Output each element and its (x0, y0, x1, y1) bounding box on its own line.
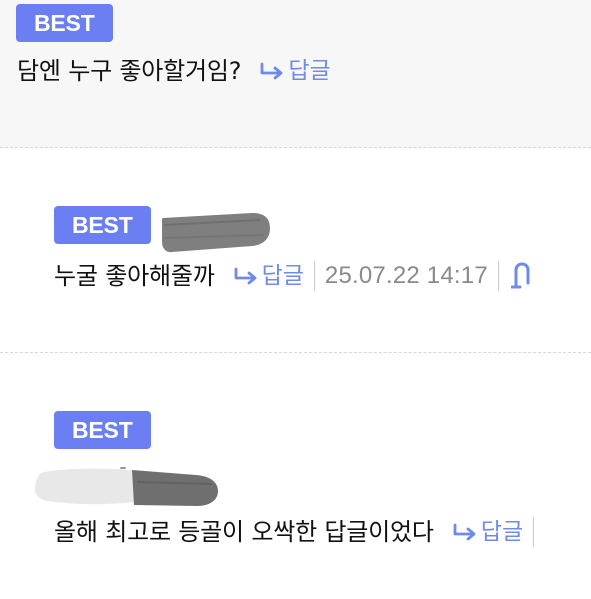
redacted-username (34, 468, 218, 506)
reply-button[interactable]: 답글 (259, 55, 331, 87)
best-badge: BEST (16, 4, 113, 42)
partial-username-mark (120, 467, 126, 469)
comment-text: 담엔 누구 좋아할거임? (17, 57, 242, 85)
comment-content-row: 담엔 누구 좋아할거임? 답글 (17, 55, 331, 87)
comment-content-row: 누굴 좋아해줄까 답글 25.07.22 14:17 (54, 260, 533, 292)
comment-date: 25.07.22 14:17 (324, 262, 488, 289)
clip-icon[interactable] (510, 262, 533, 290)
reply-arrow-icon (453, 523, 476, 541)
reply-label: 답글 (261, 263, 304, 289)
reply-arrow-icon (234, 267, 256, 285)
separator (533, 517, 535, 547)
separator (497, 261, 499, 291)
best-badge: BEST (54, 206, 151, 244)
reply-label: 답글 (288, 58, 331, 84)
reply-button[interactable]: 답글 (452, 516, 523, 548)
best-badge: BEST (54, 411, 151, 449)
comment-item: BEST 올해 최고로 등골이 오싹한 답글이었다 답글 (0, 354, 591, 599)
comment-text: 누굴 좋아해줄까 (54, 262, 215, 290)
reply-arrow-icon (260, 62, 283, 80)
comment-text: 올해 최고로 등골이 오싹한 답글이었다 (54, 518, 434, 546)
comment-item: BEST 담엔 누구 좋아할거임? 답글 (0, 0, 591, 148)
comment-item: BEST 누굴 좋아해줄까 답글 25.07.22 14:17 (0, 149, 591, 353)
redacted-username (162, 213, 270, 253)
separator (313, 261, 315, 291)
comment-list: BEST 담엔 누구 좋아할거임? 답글 BEST 누굴 좋아해줄까 답글 25… (0, 0, 591, 599)
reply-label: 답글 (480, 519, 524, 545)
comment-content-row: 올해 최고로 등골이 오싹한 답글이었다 답글 (54, 516, 544, 548)
reply-button[interactable]: 답글 (233, 260, 304, 292)
